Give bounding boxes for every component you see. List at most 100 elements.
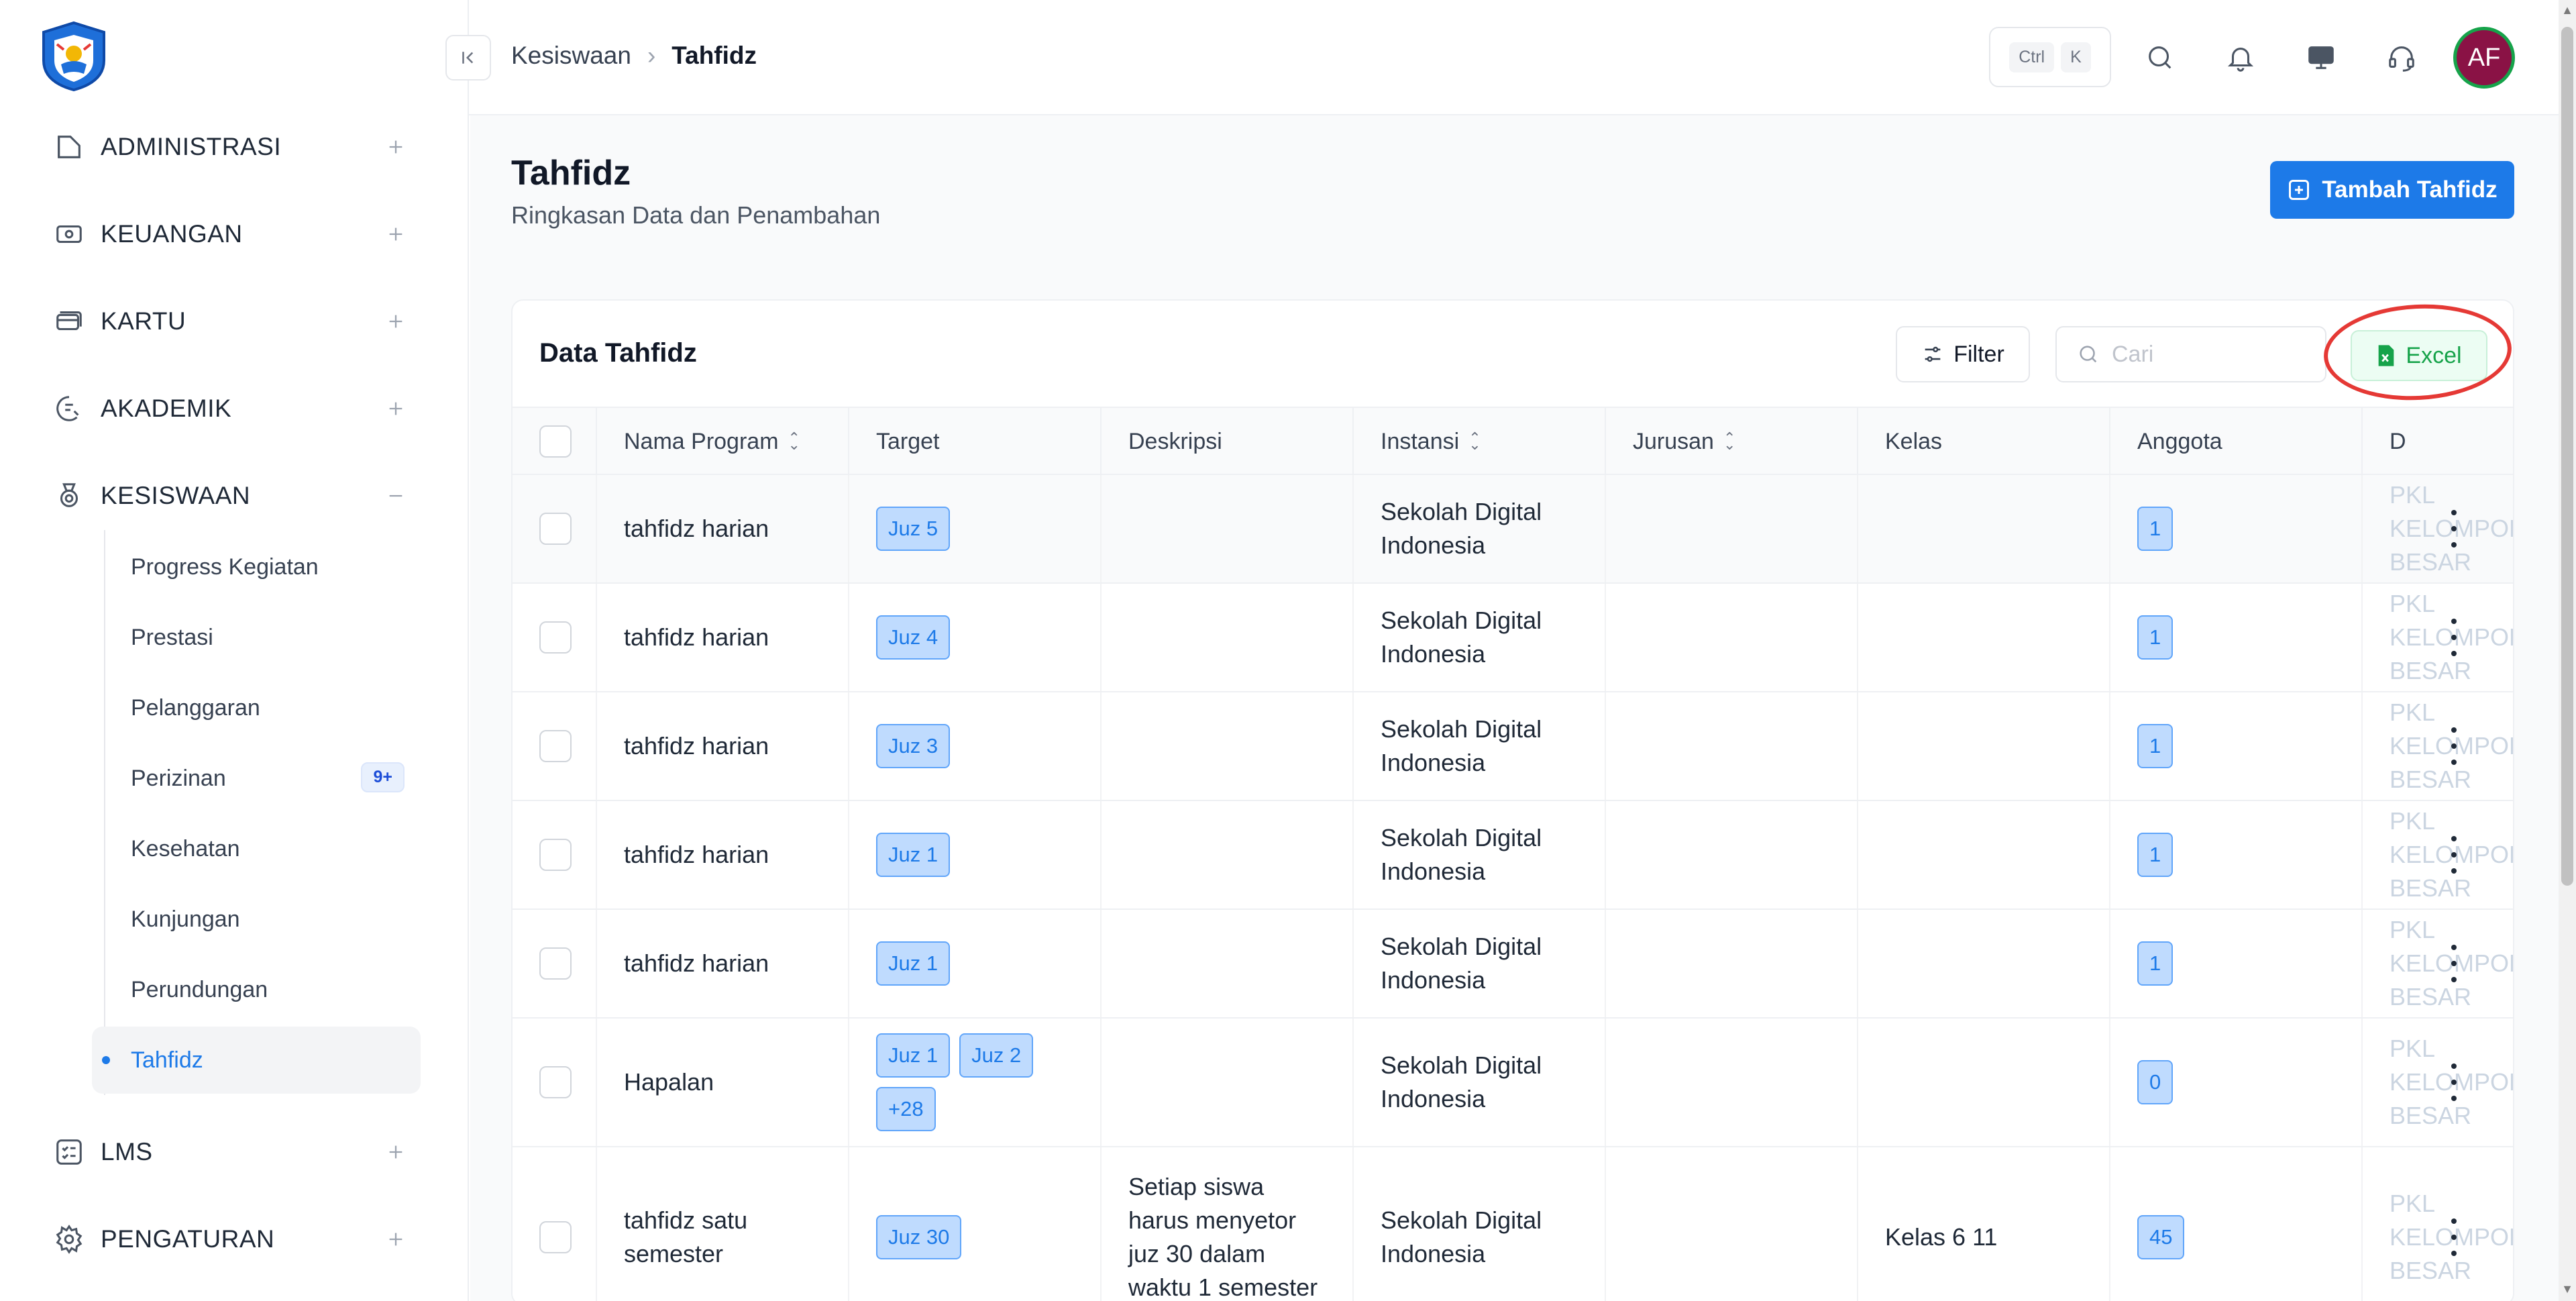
medal-icon: [52, 479, 86, 513]
submenu-pelanggaran[interactable]: Pelanggaran: [92, 674, 421, 741]
table-row[interactable]: tahfidz harian Juz 1 Sekolah Digital Ind…: [513, 801, 2513, 910]
submenu-label: Perizinan: [131, 765, 226, 791]
user-avatar[interactable]: AF: [2453, 27, 2515, 89]
plus-icon[interactable]: [382, 308, 409, 335]
table-row[interactable]: tahfidz harian Juz 5 Sekolah Digital Ind…: [513, 475, 2513, 584]
page-scrollbar[interactable]: ▲ ▼: [2559, 0, 2576, 1301]
header-label: Deskripsi: [1128, 428, 1222, 454]
cell-target: Juz 1: [849, 801, 1102, 908]
plus-icon[interactable]: [382, 221, 409, 248]
cell-target: Juz 30: [849, 1147, 1102, 1301]
row-actions-icon[interactable]: [2447, 510, 2461, 548]
row-actions-icon[interactable]: [2447, 727, 2461, 765]
sort-icon[interactable]: ⌃ ⌄: [1723, 431, 1735, 452]
submenu-perundungan[interactable]: Perundungan: [92, 956, 421, 1023]
menu-pengaturan[interactable]: PENGATURAN: [47, 1209, 409, 1269]
cell-extra: PKL KELOMPOK BESAR: [2390, 1035, 2514, 1129]
table-row[interactable]: tahfidz harian Juz 3 Sekolah Digital Ind…: [513, 692, 2514, 801]
collapse-sidebar-button[interactable]: [445, 35, 491, 81]
cell-extra: PKL KELOMPOK BESAR: [2390, 698, 2514, 793]
sidebar: ADMINISTRASI KEUANGAN KARTU AKADEMIK KES…: [0, 0, 469, 1301]
filter-button[interactable]: Filter: [1896, 326, 2030, 382]
header-label: Instansi: [1381, 428, 1460, 454]
search-field[interactable]: [2055, 326, 2326, 382]
cell-kelas: [1858, 1019, 2110, 1146]
select-all-checkbox[interactable]: [539, 425, 572, 458]
breadcrumb-kesiswaan[interactable]: Kesiswaan: [511, 42, 631, 70]
cell-anggota: 1: [2110, 692, 2363, 800]
header-instansi[interactable]: Instansi ⌃ ⌄: [1354, 408, 1606, 475]
menu-kesiswaan[interactable]: KESISWAAN: [47, 466, 409, 526]
submenu-progress-kegiatan[interactable]: Progress Kegiatan: [92, 533, 421, 601]
plus-icon[interactable]: [382, 1226, 409, 1253]
anggota-count: 1: [2137, 833, 2174, 877]
minus-icon[interactable]: [382, 482, 409, 509]
header-extra: D: [2363, 408, 2513, 475]
row-actions-icon[interactable]: [2447, 1063, 2461, 1101]
checklist-icon: [52, 1135, 86, 1169]
scroll-up-icon[interactable]: ▲: [2561, 4, 2573, 16]
monitor-icon[interactable]: [2302, 39, 2340, 76]
table-row[interactable]: tahfidz harian Juz 1 Sekolah Digital Ind…: [513, 910, 2513, 1019]
row-actions-icon[interactable]: [2447, 945, 2461, 982]
submenu-kunjungan[interactable]: Kunjungan: [92, 886, 421, 953]
table-row[interactable]: tahfidz satu semester Juz 30 Setiap sisw…: [513, 1147, 2513, 1301]
row-checkbox[interactable]: [539, 513, 572, 545]
target-tag: Juz 4: [876, 615, 951, 660]
cell-deskripsi: [1102, 692, 1354, 800]
header-jurusan[interactable]: Jurusan ⌃ ⌄: [1606, 408, 1858, 475]
header-select-all[interactable]: [513, 408, 597, 475]
submenu-perizinan[interactable]: Perizinan 9+: [92, 745, 421, 812]
row-checkbox[interactable]: [539, 1066, 572, 1098]
menu-administrasi[interactable]: ADMINISTRASI: [47, 117, 409, 177]
row-checkbox[interactable]: [539, 947, 572, 980]
row-checkbox[interactable]: [539, 1221, 572, 1253]
scroll-down-icon[interactable]: ▼: [2561, 1283, 2573, 1295]
tut-wuri-logo[interactable]: [37, 20, 111, 93]
cell-target: Juz 3: [849, 692, 1102, 800]
command-palette-shortcut[interactable]: Ctrl K: [1989, 27, 2111, 87]
submenu-kesehatan[interactable]: Kesehatan: [92, 815, 421, 882]
search-icon[interactable]: [2141, 39, 2179, 76]
cell-instansi: Sekolah Digital Indonesia: [1354, 1019, 1606, 1146]
menu-keuangan[interactable]: KEUANGAN: [47, 204, 409, 264]
target-tag: Juz 1: [876, 941, 951, 986]
submenu-tahfidz[interactable]: Tahfidz: [92, 1027, 421, 1094]
plus-icon[interactable]: [382, 134, 409, 160]
header-label: Anggota: [2137, 428, 2222, 454]
row-actions-icon[interactable]: [2447, 1218, 2461, 1256]
row-checkbox[interactable]: [539, 839, 572, 871]
target-tag: Juz 5: [876, 507, 951, 551]
menu-label: AKADEMIK: [101, 395, 232, 422]
cell-deskripsi: [1102, 801, 1354, 908]
row-checkbox[interactable]: [539, 621, 572, 654]
cell-kelas: [1858, 584, 2110, 691]
sort-icon[interactable]: ⌃ ⌄: [1468, 431, 1481, 452]
cell-instansi: Sekolah Digital Indonesia: [1354, 584, 1606, 691]
gear-icon: [52, 1222, 86, 1256]
collapse-left-icon: [462, 52, 474, 64]
row-actions-icon[interactable]: [2447, 619, 2461, 656]
table-row[interactable]: Hapalan Juz 1 Juz 2 +28 Sekolah Digital …: [513, 1019, 2514, 1147]
cell-kelas: [1858, 801, 2110, 908]
headset-icon[interactable]: [2383, 39, 2420, 76]
menu-kartu[interactable]: KARTU: [47, 291, 409, 352]
row-actions-icon[interactable]: [2447, 836, 2461, 874]
menu-lms[interactable]: LMS: [47, 1122, 409, 1182]
plus-icon[interactable]: [382, 1139, 409, 1165]
submenu-prestasi[interactable]: Prestasi: [92, 604, 421, 671]
add-tahfidz-button[interactable]: Tambah Tahfidz: [2270, 161, 2514, 219]
scroll-thumb[interactable]: [2561, 27, 2573, 886]
search-icon: [2080, 346, 2097, 363]
sort-icon[interactable]: ⌃ ⌄: [788, 431, 800, 452]
bell-icon[interactable]: [2222, 39, 2259, 76]
card-icon: [52, 305, 86, 338]
table-row[interactable]: tahfidz harian Juz 4 Sekolah Digital Ind…: [513, 584, 2513, 692]
search-input[interactable]: [2112, 341, 2313, 368]
excel-export-button[interactable]: Excel: [2351, 330, 2487, 381]
header-nama-program[interactable]: Nama Program ⌃ ⌄: [597, 408, 849, 475]
plus-icon[interactable]: [382, 395, 409, 422]
target-more-tag[interactable]: +28: [876, 1087, 936, 1131]
row-checkbox[interactable]: [539, 730, 572, 762]
menu-akademik[interactable]: AKADEMIK: [47, 378, 409, 439]
